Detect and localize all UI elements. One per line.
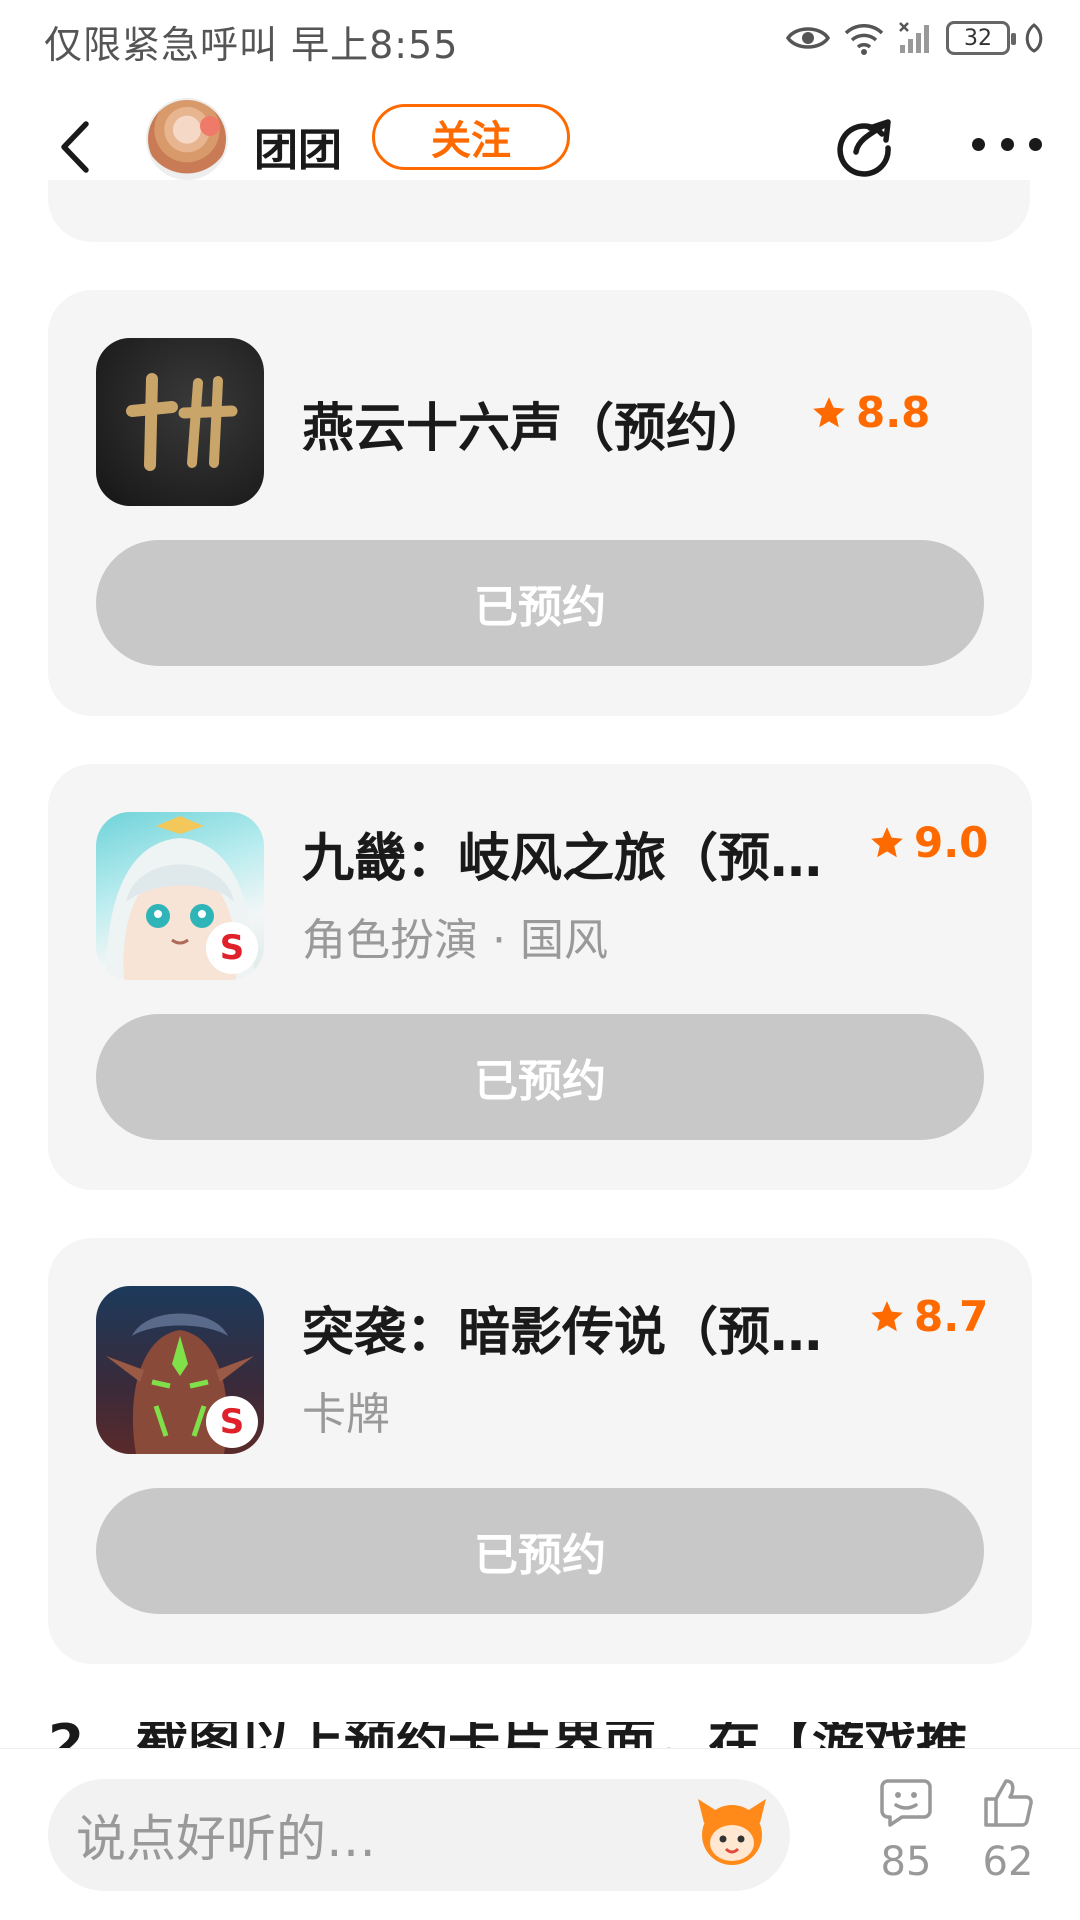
more-dot <box>972 137 985 151</box>
star-icon <box>871 826 903 857</box>
comments-count: 85 <box>880 1839 932 1885</box>
reserved-button[interactable]: 已预约 <box>96 1488 984 1614</box>
share-icon <box>837 119 891 177</box>
follow-button[interactable]: 关注 <box>372 104 570 170</box>
author-name[interactable]: 团团 <box>254 114 342 178</box>
game-icon-jiuji[interactable]: S <box>96 812 264 980</box>
battery-level: 32 <box>964 25 992 51</box>
battery-icon: 32 <box>946 21 1016 55</box>
comment-button[interactable]: 85 <box>866 1775 946 1885</box>
post-body-text: 2、截图以上预约卡片界面，在【游戏推 <box>48 1722 1038 1748</box>
game-tags: 卡牌 <box>302 1389 390 1440</box>
comment-icon <box>880 1779 932 1827</box>
calligraphy-logo-icon <box>126 373 238 471</box>
wifi-icon <box>844 24 884 55</box>
cut-paragraph: 2、截图以上预约卡片界面，在【游戏推 <box>48 1722 1038 1748</box>
rating-value: 8.8 <box>856 388 931 437</box>
rating-value: 8.7 <box>914 1292 989 1341</box>
eye-icon <box>786 27 830 49</box>
likes-count: 62 <box>982 1839 1034 1885</box>
game-title[interactable]: 九畿：岐风之旅（预… <box>302 816 862 891</box>
game-card[interactable]: S 突袭：暗影传说（预… 8.7 卡牌 已预约 <box>48 1238 1032 1664</box>
game-tags: 角色扮演 · 国风 <box>302 915 608 966</box>
bottom-bar: 说点好听的… 85 62 <box>0 1748 1080 1920</box>
game-title[interactable]: 燕云十六声（预约） <box>302 386 822 461</box>
game-rating: 8.7 <box>868 1292 988 1341</box>
back-button[interactable] <box>44 112 104 182</box>
netease-logo-icon: S <box>206 922 258 974</box>
avatar[interactable] <box>146 98 228 180</box>
status-icons: 32 <box>786 14 1044 62</box>
status-text: 仅限紧急呼叫 早上8:55 <box>44 23 459 67</box>
game-title[interactable]: 突袭：暗影传说（预… <box>302 1290 862 1365</box>
star-icon <box>871 1300 903 1331</box>
game-icon-yanyun[interactable] <box>96 338 264 506</box>
back-arrow-icon <box>61 121 89 173</box>
leaf-icon <box>1025 23 1043 53</box>
star-icon <box>813 396 845 427</box>
game-card[interactable]: S 九畿：岐风之旅（预… 9.0 角色扮演 · 国风 已预约 <box>48 764 1032 1190</box>
more-button[interactable] <box>972 124 1042 164</box>
status-bar: 仅限紧急呼叫 早上8:55 32 <box>0 0 1080 80</box>
comment-placeholder: 说点好听的… <box>76 1810 376 1868</box>
mascot-emoji-button[interactable] <box>694 1793 770 1869</box>
thumbs-up-icon <box>984 1779 1033 1827</box>
more-dot <box>1000 137 1014 151</box>
reserved-button[interactable]: 已预约 <box>96 1014 984 1140</box>
reserved-button[interactable]: 已预约 <box>96 540 984 666</box>
game-card[interactable]: 燕云十六声（预约） 8.8 已预约 <box>48 290 1032 716</box>
more-dot <box>1029 137 1042 151</box>
like-button[interactable]: 62 <box>968 1775 1048 1885</box>
rating-value: 9.0 <box>914 818 989 867</box>
comment-input[interactable]: 说点好听的… <box>48 1779 790 1891</box>
previous-card-edge <box>48 180 1030 242</box>
game-icon-tuxi[interactable]: S <box>96 1286 264 1454</box>
game-rating: 8.8 <box>810 388 930 437</box>
avatar-flower <box>200 116 220 136</box>
game-rating: 9.0 <box>868 818 988 867</box>
signal-icon <box>899 22 929 53</box>
netease-logo-icon: S <box>206 1396 258 1448</box>
share-button[interactable] <box>830 108 900 178</box>
mascot-icon <box>698 1799 766 1865</box>
